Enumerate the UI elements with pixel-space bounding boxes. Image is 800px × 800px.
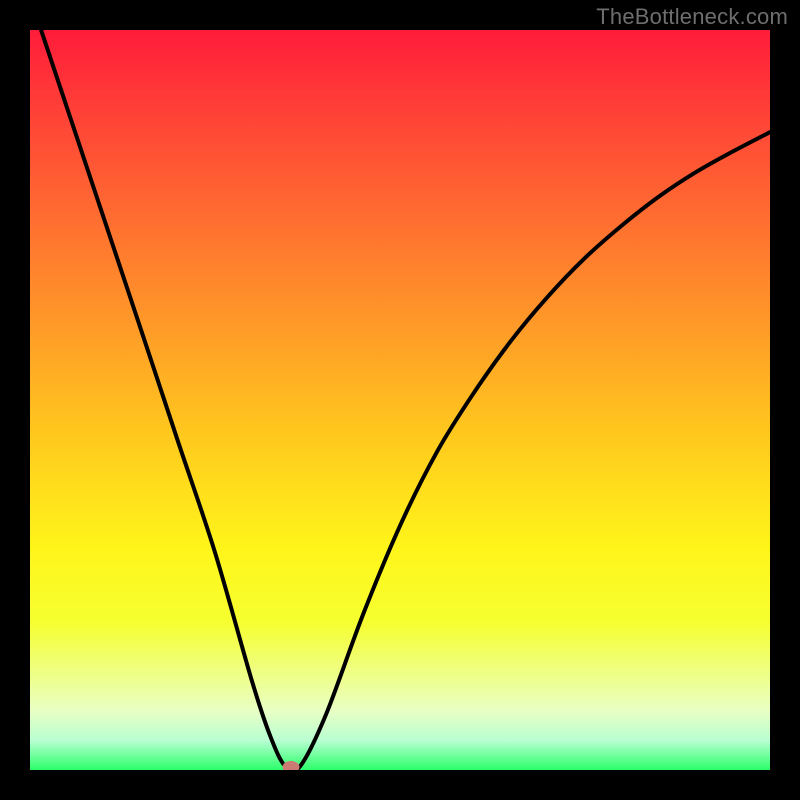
plot-area bbox=[30, 30, 770, 770]
watermark-text: TheBottleneck.com bbox=[596, 4, 788, 30]
bottleneck-curve bbox=[30, 30, 770, 770]
chart-frame: TheBottleneck.com bbox=[0, 0, 800, 800]
optimal-point-marker bbox=[283, 761, 300, 770]
